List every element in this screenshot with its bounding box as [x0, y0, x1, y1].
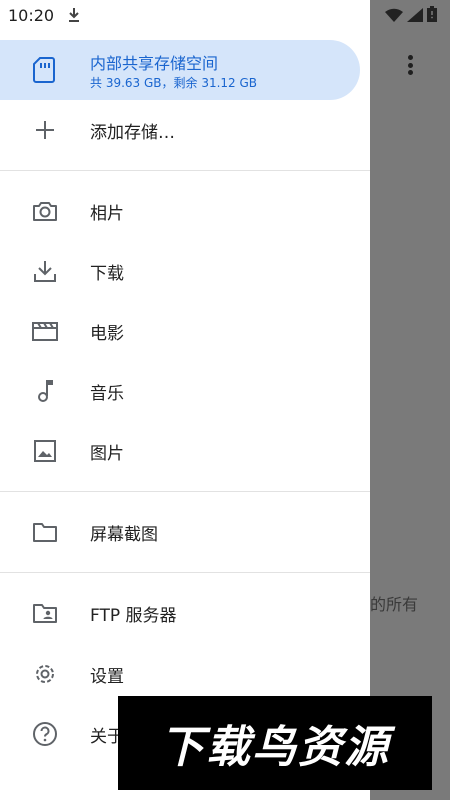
wifi-icon: [385, 7, 403, 26]
download-notification-icon: [66, 6, 82, 28]
help-icon: [32, 721, 58, 747]
sidebar-item-music[interactable]: 音乐: [0, 361, 370, 421]
divider: [0, 491, 370, 492]
camera-icon: [32, 198, 58, 224]
sd-card-icon: [32, 56, 56, 88]
storage-title: 内部共享存储空间: [90, 54, 219, 73]
sidebar-item-label: 屏幕截图: [90, 524, 158, 545]
gear-icon: [32, 661, 58, 687]
add-storage-label: 添加存储…: [90, 122, 175, 143]
sidebar-item-label: FTP 服务器: [90, 605, 177, 626]
sidebar-item-movies[interactable]: 电影: [0, 301, 370, 361]
download-icon: [32, 258, 58, 284]
sidebar-item-downloads[interactable]: 下载: [0, 241, 370, 301]
storage-capacity: 共 39.63 GB，剩余 31.12 GB: [90, 76, 258, 90]
sidebar-item-label: 下载: [90, 263, 124, 284]
sidebar-item-ftp-server[interactable]: FTP 服务器: [0, 583, 370, 643]
folder-icon: [32, 519, 58, 545]
status-icons: [385, 6, 437, 26]
image-icon: [32, 438, 58, 464]
divider: [0, 572, 370, 573]
movie-icon: [32, 318, 58, 344]
sidebar-item-label: 音乐: [90, 383, 124, 404]
background-partial-text: 的所有: [370, 595, 419, 614]
music-note-icon: [32, 378, 58, 404]
sidebar-item-settings[interactable]: 设置: [0, 644, 370, 704]
battery-icon: [427, 6, 437, 26]
sidebar-item-photos[interactable]: 相片: [0, 181, 370, 241]
status-bar: 10:20: [0, 0, 450, 30]
plus-icon: [32, 117, 58, 143]
navigation-drawer: 10:20 内部共享存储空间 共 39.63 GB，剩余 31.12 GB 添加…: [0, 0, 370, 800]
sidebar-item-label: 图片: [90, 443, 124, 464]
signal-icon: [407, 7, 423, 26]
sidebar-item-screenshots[interactable]: 屏幕截图: [0, 502, 370, 562]
sidebar-item-label: 相片: [90, 203, 124, 224]
shared-folder-icon: [32, 600, 58, 626]
divider: [0, 170, 370, 171]
sidebar-item-label: 设置: [90, 666, 124, 687]
sidebar-item-label: 电影: [90, 323, 124, 344]
watermark-banner: 下载鸟资源: [118, 696, 432, 790]
internal-storage-item[interactable]: 内部共享存储空间 共 39.63 GB，剩余 31.12 GB: [0, 40, 360, 100]
watermark-text: 下载鸟资源: [160, 722, 390, 773]
add-storage-item[interactable]: 添加存储…: [0, 100, 370, 160]
sidebar-item-images[interactable]: 图片: [0, 421, 370, 481]
status-time: 10:20: [8, 6, 55, 25]
more-options-icon: [398, 52, 422, 78]
